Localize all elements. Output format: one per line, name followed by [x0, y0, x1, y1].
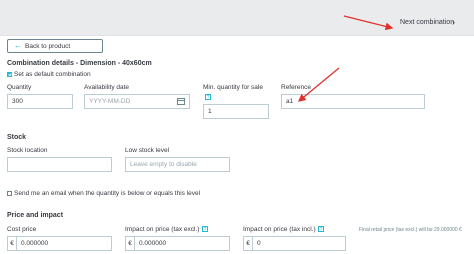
low-stock-email-checkbox[interactable] [7, 191, 12, 196]
availability-date-label: Availability date [84, 84, 130, 91]
impact-tax-excl-label: Impact on price (tax excl.) [125, 226, 200, 233]
availability-date-input[interactable]: YYYY-MM-DD [84, 94, 190, 109]
combination-panel [0, 35, 474, 254]
min-quantity-label: Min. quantity for sale [203, 84, 263, 91]
header-bar [0, 0, 474, 36]
arrow-left-icon: ← [14, 41, 22, 50]
quantity-input[interactable]: 300 [7, 94, 73, 109]
help-icon[interactable]: ? [205, 94, 211, 101]
stock-section-title: Stock [7, 134, 27, 141]
impact-tax-incl-input[interactable]: 0 [252, 236, 346, 251]
help-icon[interactable]: ? [202, 226, 208, 233]
impact-tax-incl-label: Impact on price (tax incl.) [243, 226, 316, 233]
final-price-note: Final retail price (tax excl.) will be 2… [359, 227, 462, 233]
reference-label: Reference [281, 84, 311, 91]
default-combination-label: Set as default combination [14, 71, 91, 78]
calendar-icon[interactable] [177, 98, 185, 105]
stock-location-input[interactable] [7, 157, 112, 172]
cost-price-input[interactable]: 0.000000 [16, 236, 112, 251]
cost-price-label: Cost price [7, 226, 37, 233]
low-stock-level-label: Low stock level [125, 147, 170, 154]
min-quantity-input[interactable]: 1 [203, 104, 269, 119]
next-combination-link[interactable]: Next combination [400, 19, 454, 26]
back-to-product-button[interactable]: ← Back to product [7, 39, 103, 53]
low-stock-email-label: Send me an email when the quantity is be… [14, 190, 201, 197]
quantity-label: Quantity [7, 84, 32, 91]
back-to-product-label: Back to product [25, 43, 71, 50]
impact-tax-excl-input[interactable]: 0.000000 [134, 236, 230, 251]
reference-input[interactable]: a1 [281, 94, 425, 109]
stock-location-label: Stock location [7, 147, 48, 154]
help-icon[interactable]: ? [318, 226, 324, 233]
default-combination-checkbox[interactable] [7, 72, 12, 77]
combination-title: Combination details - Dimension - 40x60c… [7, 60, 152, 67]
chevron-right-icon[interactable]: › [452, 17, 455, 27]
price-section-title: Price and impact [7, 212, 64, 219]
low-stock-level-input[interactable]: Leave empty to disable [125, 157, 230, 172]
